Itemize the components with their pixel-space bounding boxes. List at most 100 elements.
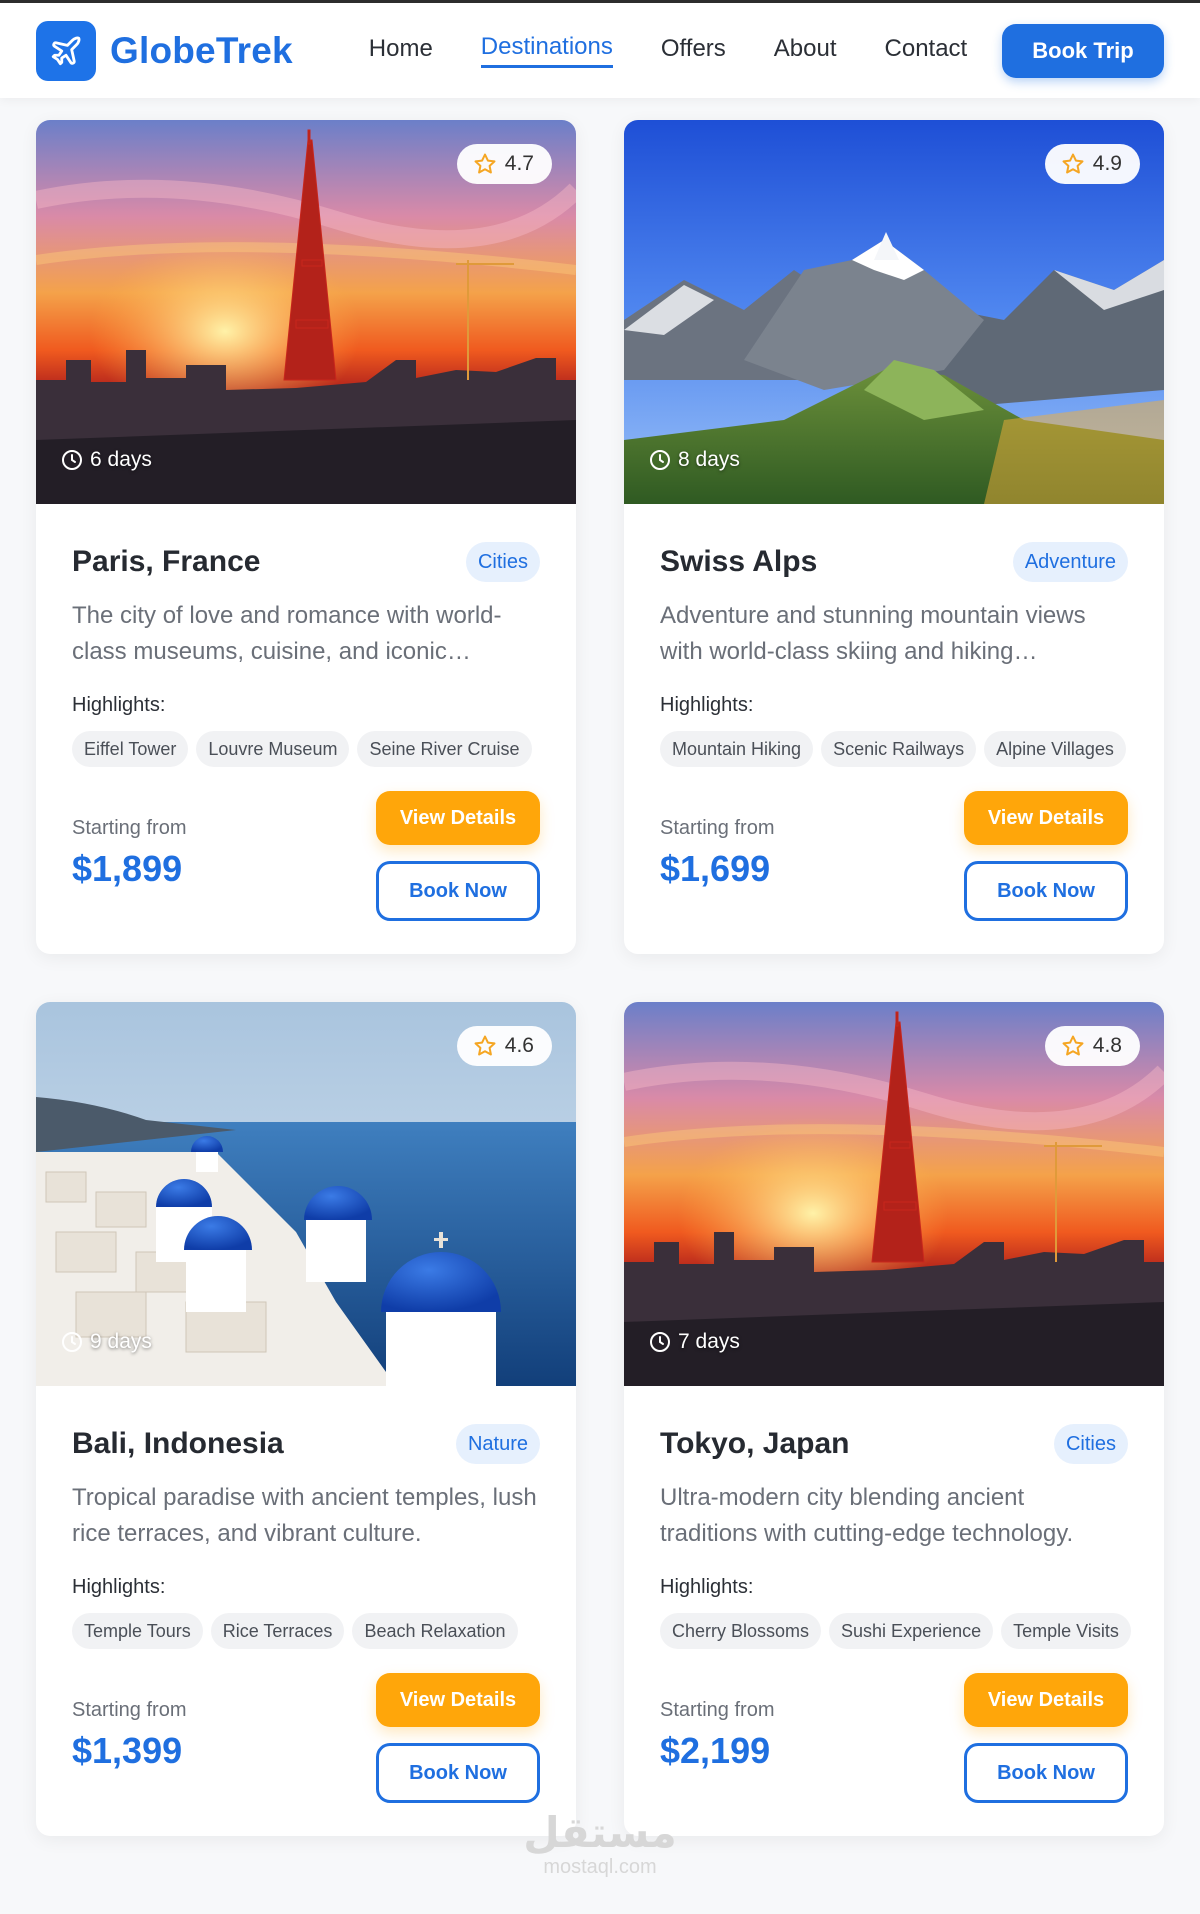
star-icon bbox=[474, 1035, 496, 1056]
duration-value: 6 days bbox=[90, 448, 152, 471]
card-body: Swiss Alps Adventure Adventure and stunn… bbox=[624, 504, 1164, 921]
card-body: Bali, Indonesia Nature Tropical paradise… bbox=[36, 1386, 576, 1803]
rating-badge: 4.8 bbox=[1044, 1026, 1140, 1066]
rating-value: 4.9 bbox=[1092, 152, 1122, 175]
title-row: Bali, Indonesia Nature bbox=[72, 1424, 540, 1464]
destination-description: Adventure and stunning mountain views wi… bbox=[660, 602, 1086, 665]
price-row: Starting from $1,399 View Details Book N… bbox=[72, 1673, 540, 1803]
book-now-button[interactable]: Book Now bbox=[376, 1743, 540, 1803]
starting-from-label: Starting from bbox=[72, 1699, 187, 1721]
starting-from-label: Starting from bbox=[72, 817, 187, 839]
book-now-button[interactable]: Book Now bbox=[964, 861, 1128, 921]
highlights-label: Highlights: bbox=[660, 694, 754, 716]
destination-image[interactable]: 4.8 7 days bbox=[624, 1002, 1164, 1386]
price-block: Starting from $1,699 bbox=[660, 791, 774, 921]
star-icon bbox=[1062, 1035, 1084, 1056]
duration-badge: 6 days bbox=[60, 448, 152, 472]
clock-icon bbox=[62, 1332, 82, 1352]
highlight-chip: Mountain Hiking bbox=[660, 731, 814, 767]
highlight-chip: Rice Terraces bbox=[210, 1613, 345, 1649]
highlight-chip: Louvre Museum bbox=[196, 731, 350, 767]
destination-title: Swiss Alps bbox=[660, 545, 818, 578]
brand-logo[interactable]: GlobeTrek bbox=[36, 20, 293, 81]
starting-from-label: Starting from bbox=[660, 817, 775, 839]
destination-card-paris: 4.7 6 days Paris, France Cities The city… bbox=[36, 120, 576, 954]
title-row: Paris, France Cities bbox=[72, 542, 540, 582]
book-trip-button[interactable]: Book Trip bbox=[1002, 23, 1164, 78]
destination-description: Tropical paradise with ancient temples, … bbox=[72, 1484, 537, 1547]
navbar: GlobeTrek Home Destinations Offers About… bbox=[0, 0, 1200, 98]
destination-title: Bali, Indonesia bbox=[72, 1427, 284, 1460]
view-details-button[interactable]: View Details bbox=[376, 1673, 540, 1727]
destination-card-tokyo: 4.8 7 days Tokyo, Japan Cities Ultra-mod… bbox=[624, 1002, 1164, 1836]
duration-badge: 9 days bbox=[60, 1330, 152, 1354]
watermark: مستقل mostaql.com bbox=[520, 1810, 680, 1879]
card-body: Paris, France Cities The city of love an… bbox=[36, 504, 576, 921]
nav-link-offers[interactable]: Offers bbox=[661, 35, 726, 67]
card-actions: View Details Book Now bbox=[964, 791, 1128, 921]
category-badge: Cities bbox=[1053, 1424, 1128, 1464]
card-actions: View Details Book Now bbox=[376, 1673, 540, 1803]
highlight-chip: Alpine Villages bbox=[984, 731, 1126, 767]
category-badge: Adventure bbox=[1012, 542, 1128, 582]
highlight-chip: Temple Visits bbox=[1001, 1613, 1131, 1649]
view-details-button[interactable]: View Details bbox=[376, 791, 540, 845]
star-icon bbox=[1062, 153, 1084, 174]
rating-value: 4.6 bbox=[504, 1034, 534, 1057]
clock-icon bbox=[650, 450, 670, 470]
destination-title: Tokyo, Japan bbox=[660, 1427, 850, 1460]
duration-value: 9 days bbox=[90, 1330, 152, 1353]
brand-name: GlobeTrek bbox=[110, 29, 293, 71]
price-value: $1,699 bbox=[660, 848, 771, 889]
title-row: Tokyo, Japan Cities bbox=[660, 1424, 1128, 1464]
nav-link-contact[interactable]: Contact bbox=[885, 35, 968, 67]
highlight-chip: Temple Tours bbox=[72, 1613, 203, 1649]
price-value: $1,899 bbox=[72, 848, 183, 889]
duration-value: 8 days bbox=[678, 448, 740, 471]
clock-icon bbox=[650, 1332, 670, 1352]
category-badge: Cities bbox=[465, 542, 540, 582]
highlights-list: Eiffel Tower Louvre Museum Seine River C… bbox=[72, 731, 540, 767]
view-details-button[interactable]: View Details bbox=[964, 791, 1128, 845]
destination-image[interactable]: 4.9 8 days bbox=[624, 120, 1164, 504]
book-now-button[interactable]: Book Now bbox=[964, 1743, 1128, 1803]
title-row: Swiss Alps Adventure bbox=[660, 542, 1128, 582]
highlight-chip: Beach Relaxation bbox=[352, 1613, 518, 1649]
highlights-list: Cherry Blossoms Sushi Experience Temple … bbox=[660, 1613, 1131, 1649]
watermark-url: mostaql.com bbox=[543, 1856, 657, 1878]
rating-badge: 4.9 bbox=[1044, 144, 1140, 184]
destination-title: Paris, France bbox=[72, 545, 261, 578]
view-details-button[interactable]: View Details bbox=[964, 1673, 1128, 1727]
rating-badge: 4.7 bbox=[456, 144, 552, 184]
destination-description: Ultra-modern city blending ancient tradi… bbox=[660, 1484, 1074, 1547]
duration-badge: 8 days bbox=[648, 448, 740, 472]
duration-value: 7 days bbox=[678, 1330, 740, 1353]
nav-link-destinations[interactable]: Destinations bbox=[480, 33, 613, 68]
card-body: Tokyo, Japan Cities Ultra-modern city bl… bbox=[624, 1386, 1164, 1803]
highlight-chip: Scenic Railways bbox=[821, 731, 977, 767]
price-row: Starting from $2,199 View Details Book N… bbox=[660, 1673, 1128, 1803]
category-badge: Nature bbox=[455, 1424, 540, 1464]
price-value: $2,199 bbox=[660, 1730, 771, 1771]
rating-value: 4.7 bbox=[504, 152, 534, 175]
main-nav: Home Destinations Offers About Contact bbox=[369, 33, 967, 68]
duration-badge: 7 days bbox=[648, 1330, 740, 1354]
card-actions: View Details Book Now bbox=[376, 791, 540, 921]
rating-value: 4.8 bbox=[1092, 1034, 1122, 1057]
book-now-button[interactable]: Book Now bbox=[376, 861, 540, 921]
star-icon bbox=[474, 153, 496, 174]
price-row: Starting from $1,699 View Details Book N… bbox=[660, 791, 1128, 921]
price-block: Starting from $1,399 bbox=[72, 1673, 186, 1803]
card-actions: View Details Book Now bbox=[964, 1673, 1128, 1803]
destination-image[interactable]: 4.7 6 days bbox=[36, 120, 576, 504]
price-row: Starting from $1,899 View Details Book N… bbox=[72, 791, 540, 921]
price-block: Starting from $1,899 bbox=[72, 791, 186, 921]
rating-badge: 4.6 bbox=[456, 1026, 552, 1066]
highlight-chip: Seine River Cruise bbox=[357, 731, 532, 767]
destination-card-swiss-alps: 4.9 8 days Swiss Alps Adventure Adventur… bbox=[624, 120, 1164, 954]
nav-link-about[interactable]: About bbox=[774, 35, 837, 67]
price-value: $1,399 bbox=[72, 1730, 183, 1771]
destination-image[interactable]: 4.6 9 days bbox=[36, 1002, 576, 1386]
highlight-chip: Eiffel Tower bbox=[72, 731, 189, 767]
nav-link-home[interactable]: Home bbox=[369, 35, 433, 67]
